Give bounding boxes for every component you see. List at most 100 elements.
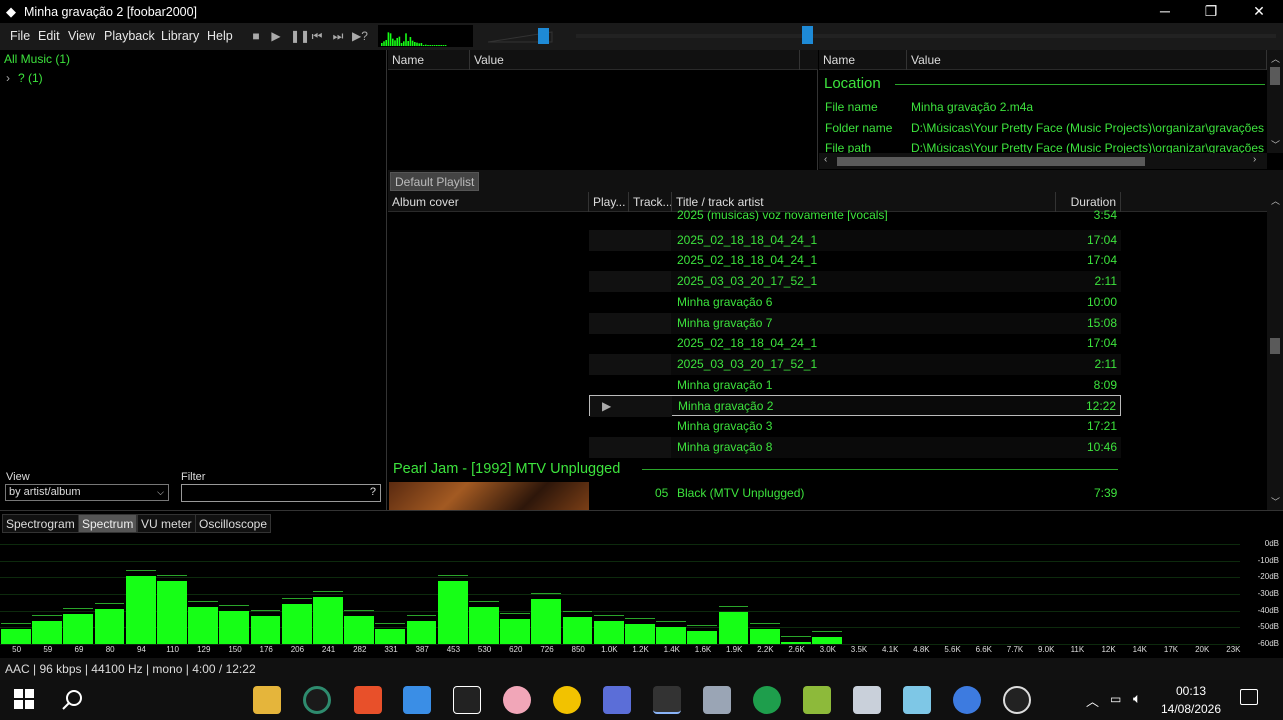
col-value[interactable]: Value (470, 50, 800, 70)
title-cell: Minha gravação 1 (677, 377, 773, 392)
spectrum-peak (313, 591, 343, 593)
spectrum-bar (344, 615, 375, 644)
playlist-row[interactable]: Minha gravação 1 8:09 (589, 375, 1121, 396)
menu-view[interactable]: View (68, 29, 95, 43)
foobar2000-taskbar-icon[interactable] (653, 686, 681, 714)
playing-cell (589, 436, 631, 458)
duration-cell: 15:08 (1086, 315, 1117, 330)
next-icon[interactable]: ⏭ (331, 29, 345, 43)
clock-time[interactable]: 00:13 (1158, 684, 1224, 698)
col-value[interactable]: Value (907, 50, 1267, 70)
pig-app-icon[interactable] (503, 686, 531, 714)
windows-start-icon[interactable] (14, 689, 34, 709)
spectrum-bar (157, 580, 187, 644)
minimize-button[interactable]: ─ (1142, 0, 1188, 23)
spectrum-bar (125, 575, 156, 644)
green-app-icon[interactable] (753, 686, 781, 714)
search-icon[interactable] (60, 688, 84, 712)
playlist-vscrollbar[interactable]: ︿ ﹀ (1267, 192, 1283, 510)
col-name[interactable]: Name (819, 50, 907, 70)
microsoft-store-icon[interactable] (403, 686, 431, 714)
col-album-cover[interactable]: Album cover (388, 192, 589, 212)
col-name[interactable]: Name (388, 50, 470, 70)
track-cell (631, 229, 671, 251)
menu-edit[interactable]: Edit (38, 29, 60, 43)
playlist-row[interactable]: ▶ Minha gravação 2 12:22 (589, 395, 1121, 418)
album-cover-image[interactable] (389, 482, 589, 510)
mini-spectrum (378, 25, 473, 47)
prop-value: Minha gravação 2.m4a (911, 100, 1034, 114)
view-select[interactable]: by artist/album ⌵ (5, 484, 169, 501)
app-icon[interactable] (603, 686, 631, 714)
playing-cell (589, 229, 631, 251)
opera-gx-icon[interactable] (303, 686, 331, 714)
file-explorer-icon[interactable] (253, 686, 281, 714)
track-cell (631, 271, 671, 293)
menu-help[interactable]: Help (207, 29, 233, 43)
tab-vu-meter[interactable]: VU meter (137, 514, 196, 533)
freq-tick-label: 176 (259, 645, 273, 654)
mini-spectrum-bar (442, 45, 445, 46)
menu-library[interactable]: Library (161, 29, 199, 43)
library-root[interactable]: All Music (1) (4, 52, 70, 66)
expand-chevron-icon[interactable]: › (6, 71, 10, 85)
playlist-row[interactable]: 2025_03_03_20_17_52_1 2:11 (589, 271, 1121, 293)
notes-app-icon[interactable] (903, 686, 931, 714)
volume-icon[interactable]: 🔈︎ (1133, 690, 1141, 707)
playlist-row[interactable]: 2025 (musicas) voz novamente [vocals] 3:5… (589, 209, 1121, 221)
tab-oscilloscope[interactable]: Oscilloscope (195, 514, 272, 533)
spectrum-peak (625, 618, 655, 619)
random-icon[interactable]: ▶? (352, 29, 368, 43)
pause-icon[interactable]: ❚❚ (290, 29, 310, 43)
obs-icon[interactable] (1003, 686, 1031, 714)
playlist-row[interactable]: 2025_02_18_18_04_24_1 17:04 (589, 333, 1121, 354)
title-cell: 2025 (musicas) voz novamente [vocals] (677, 209, 888, 221)
menu-file[interactable]: File (10, 29, 30, 43)
archive-app-icon[interactable] (803, 686, 831, 714)
tab-spectrogram[interactable]: Spectrogram (2, 514, 79, 533)
props-hscrollbar[interactable]: ‹ › (819, 153, 1267, 169)
playlist-row[interactable]: 2025_02_18_18_04_24_1 17:04 (589, 229, 1121, 251)
filter-input[interactable]: ? (181, 484, 381, 502)
qbittorrent-icon[interactable] (953, 686, 981, 714)
prop-name: File path (825, 141, 872, 153)
network-icon[interactable]: ▭ (1110, 692, 1121, 706)
gamepad-icon[interactable] (703, 686, 731, 714)
play-icon[interactable]: ▶ (269, 29, 283, 43)
spectrum-peak (500, 613, 531, 614)
tab-spectrum[interactable]: Spectrum (78, 514, 138, 533)
bee-app-icon[interactable] (553, 686, 581, 714)
tab-default-playlist[interactable]: Default Playlist (390, 172, 480, 191)
properties-pane-left: Name Value (388, 50, 818, 170)
playlist-row[interactable]: 2025_02_18_18_04_24_1 17:04 (589, 250, 1121, 271)
library-child[interactable]: ? (1) (18, 71, 43, 85)
playlist-row[interactable]: Minha gravação 8 10:46 (589, 436, 1121, 458)
filter-help-icon[interactable]: ? (370, 486, 376, 498)
spectrum-peak (812, 631, 843, 633)
previous-icon[interactable]: ⏮ (310, 29, 324, 43)
group-divider (642, 469, 1118, 470)
audio-app-icon[interactable] (453, 686, 481, 714)
clock-date[interactable]: 14/08/2026 (1158, 702, 1224, 716)
stop-icon[interactable]: ■ (249, 29, 263, 43)
maximize-button[interactable]: ❐ (1188, 0, 1234, 23)
brave-icon[interactable] (354, 686, 382, 714)
track-title[interactable]: Black (MTV Unplugged) (677, 486, 804, 500)
tray-chevron-up-icon[interactable]: ︿ (1086, 691, 1099, 710)
freq-tick-label: 80 (105, 645, 115, 654)
menu-playback[interactable]: Playback (104, 29, 155, 43)
doc-app-icon[interactable] (853, 686, 881, 714)
seek-bar[interactable] (576, 26, 1276, 44)
volume-slider[interactable] (480, 26, 562, 46)
duration-cell: 8:09 (1093, 377, 1117, 392)
spectrum-peak (718, 606, 749, 608)
props-vscrollbar[interactable]: ︿ ﹀ (1267, 50, 1283, 153)
freq-tick-label: 1.4K (663, 645, 681, 654)
playlist-row[interactable]: Minha gravação 3 17:21 (589, 416, 1121, 437)
playlist-row[interactable]: 2025_03_03_20_17_52_1 2:11 (589, 353, 1121, 375)
playlist-row[interactable]: Minha gravação 6 10:00 (589, 292, 1121, 313)
close-button[interactable]: ✕ (1236, 0, 1282, 23)
notifications-icon[interactable] (1240, 689, 1258, 705)
playlist-row[interactable]: Minha gravação 7 15:08 (589, 312, 1121, 334)
seek-thumb[interactable] (802, 26, 813, 44)
